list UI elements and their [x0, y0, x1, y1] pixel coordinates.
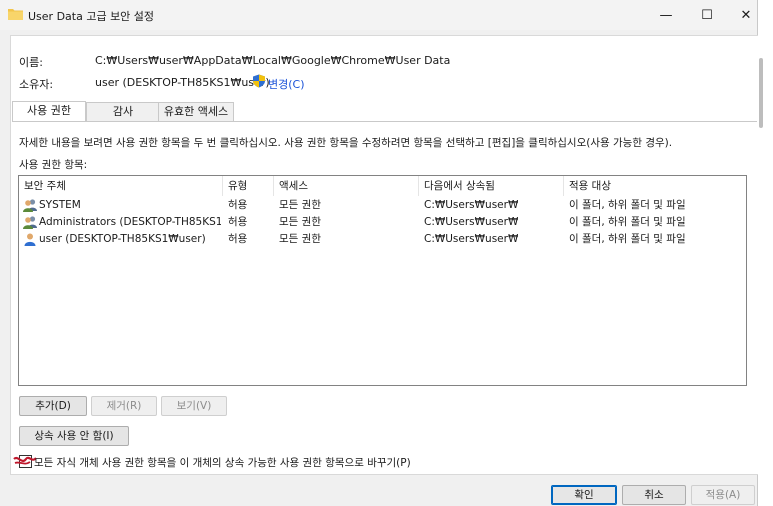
- tab-permissions[interactable]: 사용 권한: [12, 101, 86, 122]
- owner-value: user (DESKTOP-TH85KS1₩user): [95, 76, 270, 89]
- title-bar: User Data 고급 보안 설정 — ☐ ✕: [0, 0, 757, 30]
- uac-shield-icon: [253, 74, 265, 88]
- advanced-security-window: User Data 고급 보안 설정 — ☐ ✕ 이름: C:₩Users₩us…: [0, 0, 758, 506]
- close-icon: ✕: [740, 7, 752, 23]
- owner-label: 소유자:: [19, 78, 54, 91]
- column-header-type[interactable]: 유형: [223, 176, 274, 196]
- permission-entries-list[interactable]: 보안 주체 유형 액세스 다음에서 상속됨 적용 대상 SYSTEM 허용 모든…: [18, 175, 747, 386]
- minimize-icon: —: [659, 7, 673, 23]
- type-cell: 허용: [228, 199, 248, 211]
- principal-cell: Administrators (DESKTOP-TH85KS1₩...: [39, 216, 221, 228]
- applies-cell: 이 폴더, 하위 폴더 및 파일: [569, 233, 686, 245]
- tab-divider: [12, 121, 757, 122]
- replace-child-permissions-label[interactable]: 모든 자식 개체 사용 권한 항목을 이 개체의 상속 가능한 사용 권한 항목…: [34, 455, 411, 470]
- folder-icon: [8, 9, 23, 20]
- background-scrollbar[interactable]: [759, 58, 763, 128]
- column-header-applies-to[interactable]: 적용 대상: [564, 176, 746, 196]
- group-users-icon: [23, 199, 37, 212]
- tab-auditing-label: 감사: [112, 105, 134, 118]
- close-button[interactable]: ✕: [727, 0, 765, 30]
- permission-entries-label: 사용 권한 항목:: [19, 159, 88, 171]
- view-button[interactable]: 보기(V): [161, 396, 227, 416]
- applies-cell: 이 폴더, 하위 폴더 및 파일: [569, 199, 686, 211]
- principal-cell: SYSTEM: [39, 199, 81, 211]
- table-row[interactable]: SYSTEM 허용 모든 권한 C:₩Users₩user₩ 이 폴더, 하위 …: [19, 197, 746, 214]
- table-row[interactable]: user (DESKTOP-TH85KS1₩user) 허용 모든 권한 C:₩…: [19, 231, 746, 248]
- principal-cell: user (DESKTOP-TH85KS1₩user): [39, 233, 206, 245]
- applies-cell: 이 폴더, 하위 폴더 및 파일: [569, 216, 686, 228]
- name-value: C:₩Users₩user₩AppData₩Local₩Google₩Chrom…: [95, 54, 451, 67]
- ok-button[interactable]: 확인: [551, 485, 617, 505]
- inherited-cell: C:₩Users₩user₩: [424, 199, 519, 211]
- cancel-button[interactable]: 취소: [622, 485, 686, 505]
- tab-permissions-label: 사용 권한: [27, 104, 71, 117]
- column-header-principal[interactable]: 보안 주체: [19, 176, 223, 196]
- maximize-icon: ☐: [701, 7, 713, 23]
- column-header-access[interactable]: 액세스: [274, 176, 419, 196]
- type-cell: 허용: [228, 233, 248, 245]
- access-cell: 모든 권한: [279, 233, 321, 245]
- column-header-inherited-from[interactable]: 다음에서 상속됨: [419, 176, 564, 196]
- maximize-button[interactable]: ☐: [688, 0, 726, 30]
- change-owner-link[interactable]: 변경(C): [268, 76, 305, 92]
- window-title: User Data 고급 보안 설정: [28, 10, 155, 23]
- type-cell: 허용: [228, 216, 248, 228]
- apply-button[interactable]: 적용(A): [691, 485, 755, 505]
- tab-effective-access[interactable]: 유효한 액세스: [158, 102, 234, 121]
- inherited-cell: C:₩Users₩user₩: [424, 216, 519, 228]
- inherited-cell: C:₩Users₩user₩: [424, 233, 519, 245]
- tab-effective-access-label: 유효한 액세스: [163, 105, 229, 118]
- add-button[interactable]: 추가(D): [19, 396, 87, 416]
- access-cell: 모든 권한: [279, 199, 321, 211]
- remove-button[interactable]: 제거(R): [91, 396, 157, 416]
- disable-inheritance-button[interactable]: 상속 사용 안 함(I): [19, 426, 129, 446]
- user-icon: [24, 233, 36, 246]
- access-cell: 모든 권한: [279, 216, 321, 228]
- group-users-icon: [23, 216, 37, 229]
- tab-auditing[interactable]: 감사: [86, 102, 160, 121]
- name-label: 이름:: [19, 56, 43, 69]
- description-text: 자세한 내용을 보려면 사용 권한 항목을 두 번 클릭하십시오. 사용 권한 …: [19, 137, 673, 149]
- table-row[interactable]: Administrators (DESKTOP-TH85KS1₩... 허용 모…: [19, 214, 746, 231]
- minimize-button[interactable]: —: [647, 0, 685, 30]
